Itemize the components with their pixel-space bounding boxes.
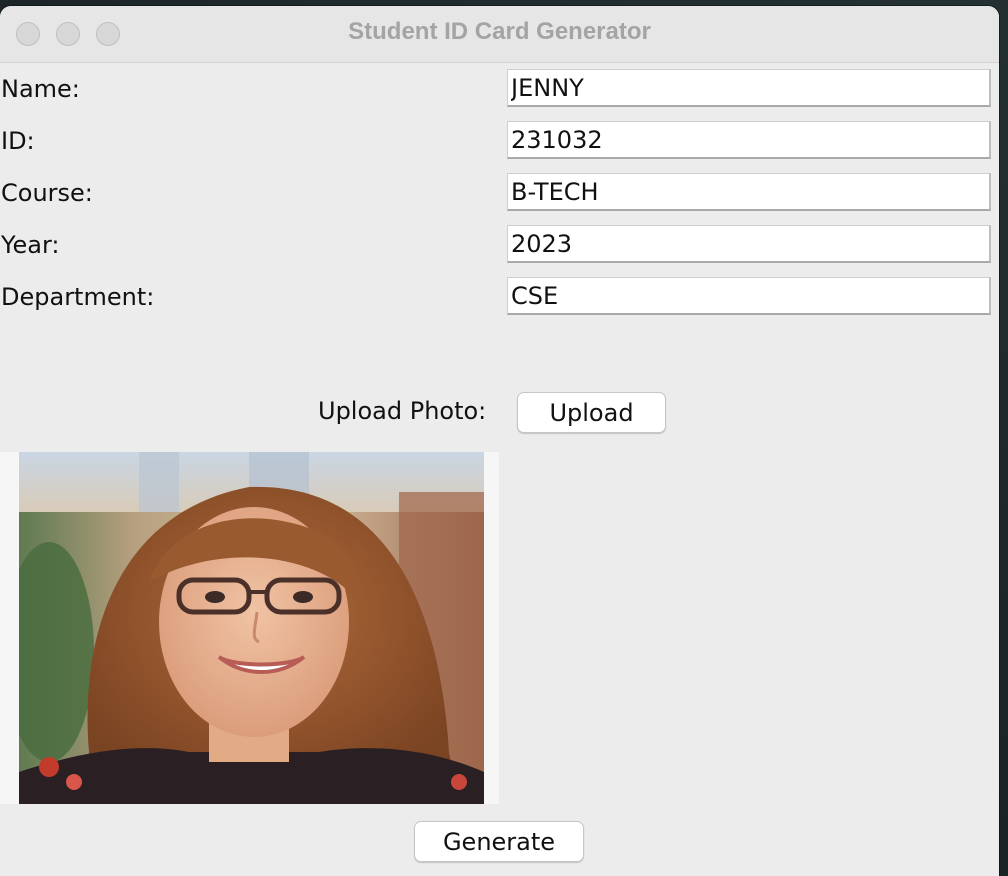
course-label: Course:: [1, 179, 93, 207]
student-photo-image: [19, 452, 484, 804]
upload-photo-label: Upload Photo:: [318, 397, 487, 425]
course-field[interactable]: [507, 173, 991, 211]
id-label: ID:: [1, 127, 35, 155]
app-window: Student ID Card Generator Name: ID: Cour…: [0, 6, 999, 876]
name-field[interactable]: [507, 69, 991, 107]
name-label: Name:: [1, 75, 80, 103]
id-field[interactable]: [507, 121, 991, 159]
year-field[interactable]: [507, 225, 991, 263]
generate-button[interactable]: Generate: [414, 821, 584, 862]
title-bar[interactable]: Student ID Card Generator: [0, 6, 999, 63]
window-title: Student ID Card Generator: [348, 18, 651, 45]
photo-preview: [0, 452, 499, 804]
year-label: Year:: [1, 231, 60, 259]
upload-button[interactable]: Upload: [517, 392, 666, 433]
department-label: Department:: [1, 283, 155, 311]
department-field[interactable]: [507, 277, 991, 315]
